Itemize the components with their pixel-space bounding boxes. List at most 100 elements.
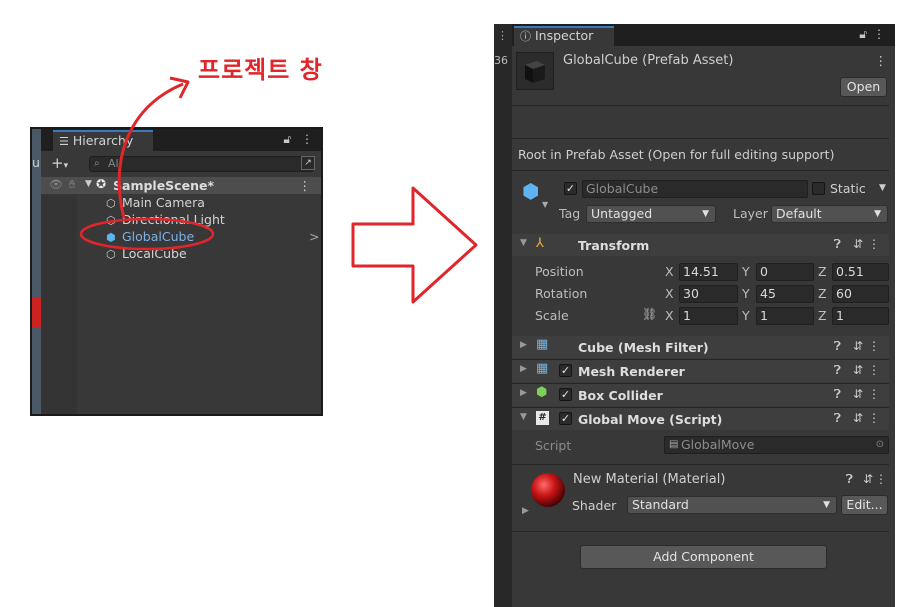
scale-x-field[interactable]: 1 (679, 307, 738, 325)
foldout-arrow-icon[interactable]: ▶ (520, 340, 527, 350)
tab-inspector[interactable]: ⓘ Inspector (514, 26, 614, 46)
foldout-arrow-icon[interactable]: ▼ (520, 238, 527, 248)
inspector-tab-bar: ⓘ Inspector 🔓︎ ⋮ (512, 24, 895, 46)
help-icon[interactable]: ❓︎ (834, 387, 841, 402)
rotation-x-field[interactable]: 30 (679, 285, 738, 303)
component-title: Cube (Mesh Filter) (578, 340, 709, 355)
preset-icon[interactable]: ⇵ (853, 387, 863, 401)
prefab-preview-icon (516, 52, 554, 90)
rotation-y-field[interactable]: 45 (756, 285, 814, 303)
tag-label: Tag (559, 206, 581, 221)
position-z-field[interactable]: 0.51 (832, 263, 889, 281)
script-file-icon: ▤ (669, 439, 679, 450)
component-menu-icon[interactable]: ⋮ (868, 339, 880, 353)
static-label: Static (830, 181, 866, 196)
layer-dropdown[interactable]: Default ▼ (771, 205, 888, 223)
help-icon[interactable]: ❓︎ (834, 237, 841, 252)
tag-dropdown[interactable]: Untagged ▼ (586, 205, 716, 223)
enabled-checkbox[interactable]: ✓ (559, 412, 572, 425)
help-icon[interactable]: ❓︎ (834, 411, 841, 426)
active-checkbox[interactable]: ✓ (564, 182, 577, 195)
tag-value: Untagged (591, 206, 653, 221)
divider (512, 464, 889, 465)
open-button[interactable]: Open (840, 77, 887, 97)
enabled-checkbox[interactable]: ✓ (559, 364, 572, 377)
scale-z-field[interactable]: 1 (832, 307, 889, 325)
preset-icon[interactable]: ⇵ (853, 363, 863, 377)
icon-dropdown-caret[interactable]: ▼ (542, 200, 548, 209)
axis-y-label: Y (742, 286, 750, 301)
object-name-field[interactable]: GlobalCube (582, 180, 808, 198)
inspector-panel: ⋮ 36 ⓘ Inspector 🔓︎ ⋮ GlobalCube (Prefab… (494, 24, 895, 607)
preset-icon[interactable]: ⇵ (853, 237, 863, 251)
foldout-arrow-icon[interactable]: ▼ (520, 412, 527, 422)
asset-menu-icon[interactable]: ⋮ (875, 53, 888, 68)
mesh-grid-icon: ▦ (536, 337, 549, 352)
divider (512, 170, 889, 171)
object-picker-icon[interactable]: ⊙ (876, 437, 884, 453)
preset-icon[interactable]: ⇵ (863, 472, 873, 486)
add-component-button[interactable]: Add Component (580, 545, 827, 569)
kebab-menu-icon[interactable]: ⋮ (873, 27, 885, 41)
help-icon[interactable]: ❓︎ (846, 472, 853, 487)
component-menu-icon[interactable]: ⋮ (868, 237, 880, 251)
preset-icon[interactable]: ⇵ (853, 339, 863, 353)
help-icon[interactable]: ❓︎ (834, 339, 841, 354)
divider (512, 105, 889, 106)
transition-arrow-icon (351, 186, 478, 304)
mesh-renderer-icon: ▦ (536, 361, 549, 376)
axis-x-label: X (665, 286, 674, 301)
axis-z-label: Z (818, 264, 827, 279)
scale-y-field[interactable]: 1 (756, 307, 814, 325)
layer-label: Layer (733, 206, 768, 221)
chevron-down-icon: ▼ (702, 209, 709, 219)
component-menu-icon[interactable]: ⋮ (868, 411, 880, 425)
scale-label: Scale (535, 308, 569, 323)
help-icon[interactable]: ❓︎ (834, 363, 841, 378)
script-value: GlobalMove (681, 437, 755, 452)
prefab-cube-icon[interactable]: ⬢ (522, 179, 539, 203)
script-hash-icon: # (536, 411, 549, 425)
position-x-field[interactable]: 14.51 (679, 263, 738, 281)
component-title: Mesh Renderer (578, 364, 685, 379)
lock-icon[interactable]: 🔓︎ (859, 27, 867, 42)
mesh-renderer-header[interactable]: ▶ ▦ ✓ Mesh Renderer ❓︎ ⇵ ⋮ (512, 360, 889, 382)
foldout-arrow-icon[interactable]: ▶ (522, 506, 529, 516)
material-title: New Material (Material) (573, 472, 726, 487)
rotation-z-field[interactable]: 60 (832, 285, 889, 303)
box-collider-header[interactable]: ▶ ⬢ ✓ Box Collider ❓︎ ⇵ ⋮ (512, 384, 889, 406)
component-title: Transform (578, 238, 650, 253)
axis-z-label: Z (818, 308, 827, 323)
divider (512, 531, 889, 532)
rotation-label: Rotation (535, 286, 588, 301)
script-label: Script (535, 438, 572, 453)
component-title: Box Collider (578, 388, 663, 403)
mesh-filter-header[interactable]: ▶ ▦ Cube (Mesh Filter) ❓︎ ⇵ ⋮ (512, 336, 889, 358)
global-move-header[interactable]: ▼ # ✓ Global Move (Script) ❓︎ ⇵ ⋮ (512, 408, 889, 430)
script-field[interactable]: ▤ GlobalMove ⊙ (664, 436, 889, 454)
static-checkbox[interactable] (812, 182, 825, 195)
enabled-checkbox[interactable]: ✓ (559, 388, 572, 401)
axis-y-label: Y (742, 308, 750, 323)
component-title: Global Move (Script) (578, 412, 723, 427)
component-menu-icon[interactable]: ⋮ (868, 387, 880, 401)
edit-shader-button[interactable]: Edit... (841, 495, 888, 515)
static-dropdown-caret[interactable]: ▼ (879, 183, 886, 193)
preset-icon[interactable]: ⇵ (853, 411, 863, 425)
foldout-arrow-icon[interactable]: ▶ (520, 364, 527, 374)
position-y-field[interactable]: 0 (756, 263, 814, 281)
shader-dropdown[interactable]: Standard ▼ (627, 496, 837, 514)
layer-value: Default (776, 206, 822, 221)
chevron-down-icon: ▼ (874, 209, 881, 219)
axis-x-label: X (665, 308, 674, 323)
link-off-icon[interactable]: ⛓︎ (642, 307, 657, 321)
inspector-left-strip: ⋮ 36 (494, 24, 512, 607)
asset-title: GlobalCube (Prefab Asset) (563, 53, 734, 68)
material-sphere-icon (531, 473, 565, 507)
transform-header[interactable]: ▼ ⅄ Transform ❓︎ ⇵ ⋮ (512, 234, 889, 256)
foldout-arrow-icon[interactable]: ▶ (520, 388, 527, 398)
shader-value: Standard (632, 497, 689, 512)
component-menu-icon[interactable]: ⋮ (875, 472, 887, 486)
component-menu-icon[interactable]: ⋮ (868, 363, 880, 377)
position-label: Position (535, 264, 584, 279)
